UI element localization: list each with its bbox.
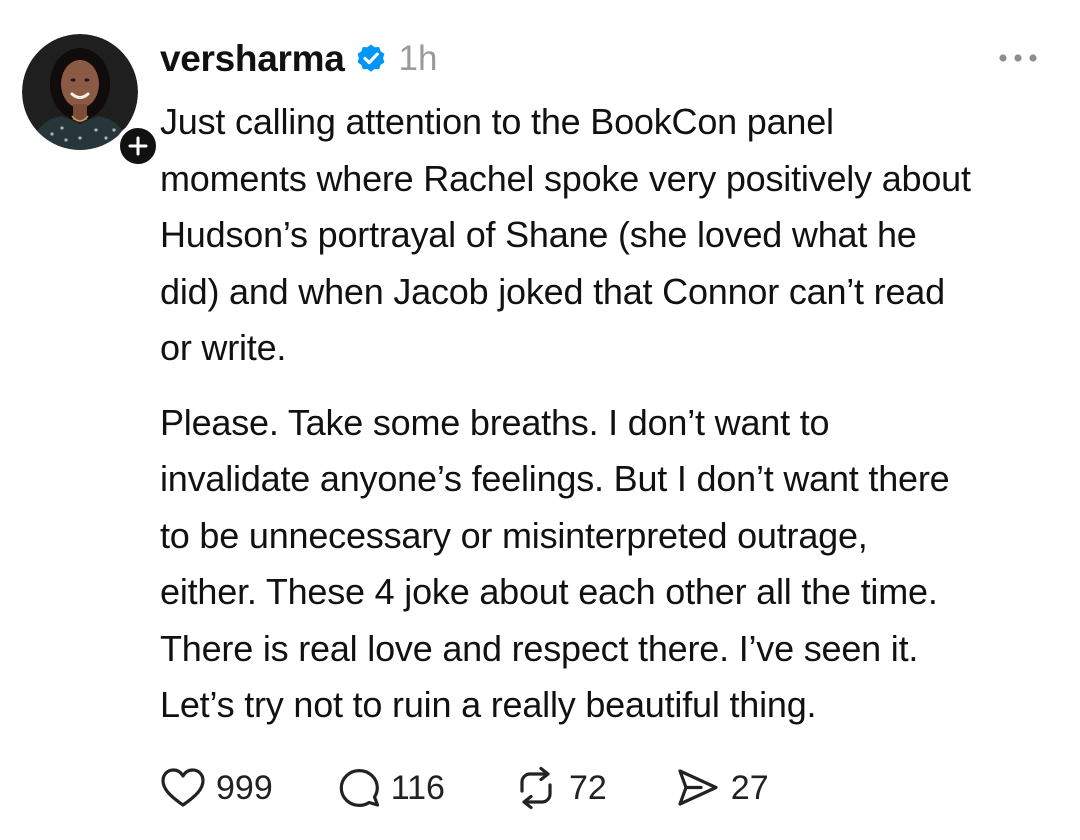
repost-count: 72 <box>568 768 607 807</box>
like-count: 999 <box>216 768 273 807</box>
post-text: Just calling attention to the BookCon pa… <box>160 94 1060 734</box>
post-actions: 999 116 72 27 <box>160 760 769 816</box>
share-button[interactable]: 27 <box>675 766 769 810</box>
more-horizontal-icon <box>999 54 1037 62</box>
plus-icon <box>128 136 148 156</box>
post-paragraph: Please. Take some breaths. I don’t want … <box>160 401 950 726</box>
like-button[interactable]: 999 <box>160 767 273 809</box>
comment-bubble-icon <box>339 769 379 807</box>
repost-icon <box>520 766 552 810</box>
verified-badge-icon <box>357 44 384 72</box>
avatar-container <box>22 34 160 168</box>
heart-icon <box>161 768 205 807</box>
post-header: versharma 1h <box>160 34 437 84</box>
share-count: 27 <box>730 768 769 807</box>
reply-count: 116 <box>390 768 445 807</box>
post-paragraph: Just calling attention to the BookCon pa… <box>160 101 971 368</box>
reply-button[interactable]: 116 <box>337 766 445 810</box>
more-options-button[interactable] <box>996 40 1040 76</box>
username[interactable]: versharma <box>160 38 345 80</box>
thread-post: versharma 1h Just calling attention to t… <box>0 0 1080 840</box>
repost-button[interactable]: 72 <box>513 766 607 810</box>
follow-plus-button[interactable] <box>116 124 160 168</box>
send-icon <box>678 769 718 806</box>
post-timestamp: 1h <box>398 39 438 78</box>
